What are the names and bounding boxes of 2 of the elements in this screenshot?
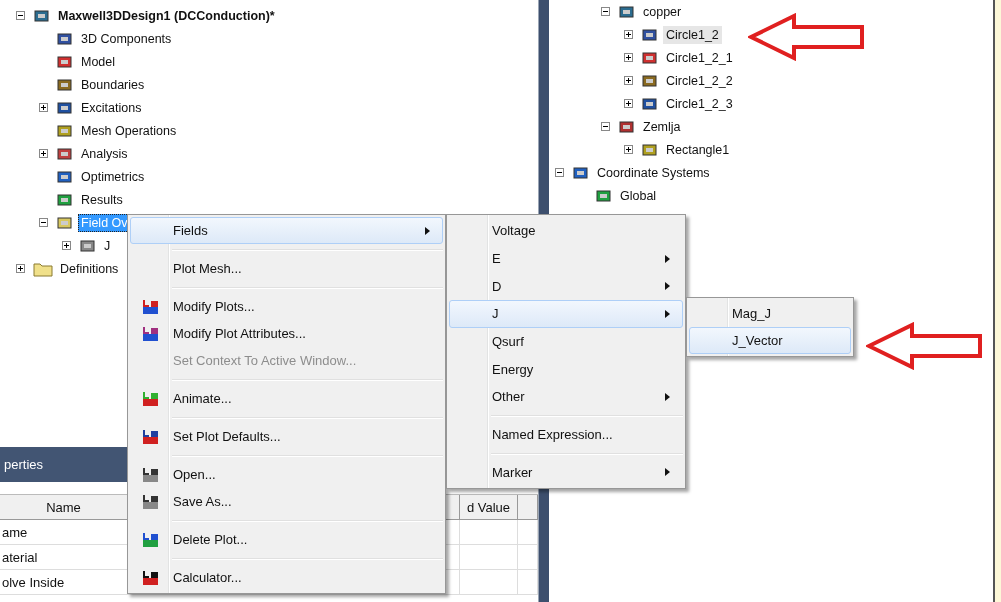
column-header: d Value <box>460 495 518 519</box>
panel-title: perties <box>4 457 44 472</box>
